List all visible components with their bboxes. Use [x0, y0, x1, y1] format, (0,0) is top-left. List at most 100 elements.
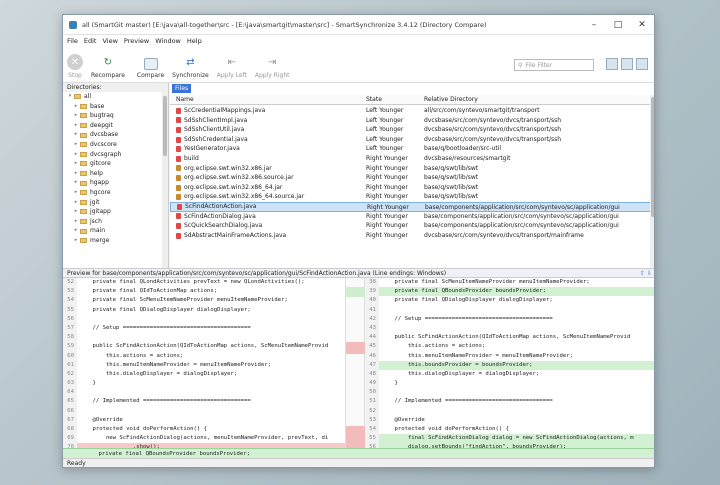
tree-item[interactable]: ▸ base: [63, 102, 168, 112]
close-icon[interactable]: ✕: [630, 15, 654, 35]
tree-item[interactable]: ▸ help: [63, 169, 168, 179]
file-name-text: SdSshClientUtil.java: [184, 126, 245, 134]
tree-item[interactable]: ▸ hgapp: [63, 178, 168, 188]
maximize-icon[interactable]: □: [606, 15, 630, 35]
recompare-icon: ↻: [103, 56, 113, 68]
chevron-right-icon[interactable]: ▸: [73, 217, 79, 227]
apply-left-button[interactable]: ⇤ Apply Left: [217, 54, 247, 80]
tree-item[interactable]: ▾ all: [63, 92, 168, 102]
chevron-right-icon[interactable]: ▸: [73, 102, 79, 112]
chevron-right-icon[interactable]: ▸: [73, 169, 79, 179]
table-row[interactable]: SdAbstractMainFrameActions.java Right You…: [170, 231, 654, 241]
column-relative-directory[interactable]: Relative Directory: [424, 95, 654, 104]
files-tab[interactable]: Files: [172, 84, 192, 93]
table-row[interactable]: org.eclipse.swt.win32.x86.jar Right Young…: [170, 164, 654, 174]
diff-right[interactable]: 38 private final ScMenuItemNameProvider …: [365, 278, 654, 448]
file-name: org.eclipse.swt.win32.x86.source.jar: [170, 173, 366, 183]
view-options-icon[interactable]: [636, 58, 648, 70]
tree-item[interactable]: ▸ jgit: [63, 198, 168, 208]
table-row[interactable]: org.eclipse.swt.win32.x86.source.jar Righ…: [170, 173, 654, 183]
view-tree-icon[interactable]: [606, 58, 618, 70]
view-toggle-group: [603, 58, 648, 70]
compare-icon: [143, 58, 158, 70]
chevron-right-icon[interactable]: ▸: [73, 236, 79, 246]
files-scrollbar[interactable]: [650, 95, 654, 268]
tree-item[interactable]: ▸ jsch: [63, 217, 168, 227]
minimize-icon[interactable]: –: [582, 15, 606, 35]
file-name: org.eclipse.swt.win32.x86_64.source.jar: [170, 192, 366, 202]
tree-item-label: jgitapp: [90, 208, 111, 216]
jar-file-icon: [176, 184, 181, 191]
chevron-right-icon[interactable]: ▸: [73, 188, 79, 198]
tree-item[interactable]: ▸ deepgit: [63, 121, 168, 131]
table-row[interactable]: org.eclipse.swt.win32.x86_64.source.jar R…: [170, 192, 654, 202]
tree-item[interactable]: ▸ dvcscore: [63, 140, 168, 150]
tree-item[interactable]: ▸ gitcore: [63, 159, 168, 169]
diff-line: 43: [365, 323, 654, 334]
chevron-right-icon[interactable]: ▸: [73, 150, 79, 160]
compare-button[interactable]: Compare: [137, 58, 164, 79]
chevron-right-icon[interactable]: ▸: [73, 121, 79, 131]
previous-change-icon[interactable]: ⇧: [640, 270, 645, 277]
tree-item[interactable]: ▸ bugtraq: [63, 111, 168, 121]
line-number: 49: [365, 379, 379, 389]
table-row[interactable]: build Right Younger dvcsbase/resources/sma…: [170, 154, 654, 164]
chevron-right-icon[interactable]: ▸: [73, 130, 79, 140]
menu-preview[interactable]: Preview: [124, 37, 149, 45]
line-text: protected void doPerformAction() {: [381, 426, 509, 432]
gutter-change[interactable]: [346, 426, 366, 448]
chevron-right-icon[interactable]: ▸: [73, 207, 79, 217]
diff-line: 65 // Implemented ======================…: [63, 397, 345, 407]
diff-left[interactable]: 52 private final QLondActivities prevTex…: [63, 278, 345, 448]
chevron-right-icon[interactable]: ▸: [73, 178, 79, 188]
scroll-thumb[interactable]: [163, 96, 167, 156]
table-row[interactable]: YesIGenerator.java Left Younger base/q/boo…: [170, 144, 654, 154]
tree-item-label: hgapp: [90, 179, 109, 187]
apply-right-button[interactable]: ⇥ Apply Right: [255, 54, 290, 80]
gutter-change[interactable]: [346, 287, 366, 297]
table-row[interactable]: ScQuickSearchDialog.java Right Younger bas…: [170, 221, 654, 231]
line-text: new ScFindActionDialog(actions, menuItem…: [79, 435, 329, 442]
file-name: YesIGenerator.java: [170, 144, 366, 154]
table-row[interactable]: org.eclipse.swt.win32.x86_64.jar Right Yo…: [170, 183, 654, 193]
file-filter-input[interactable]: ⚲ File Filter: [514, 59, 594, 71]
recompare-button[interactable]: ↻ Recompare: [91, 54, 125, 80]
synchronize-button[interactable]: ⇄ Synchronize: [172, 54, 209, 80]
tree-item[interactable]: ▸ dvcsgraph: [63, 150, 168, 160]
table-row[interactable]: ScFindActionAction.java Right Younger base…: [170, 201, 654, 212]
chevron-right-icon[interactable]: ▸: [73, 159, 79, 169]
tree-item[interactable]: ▸ jgitapp: [63, 207, 168, 217]
table-row[interactable]: SdSshClientUtil.java Left Younger dvcsbase…: [170, 125, 654, 135]
chevron-right-icon[interactable]: ▸: [73, 140, 79, 150]
tree-item[interactable]: ▸ main: [63, 226, 168, 236]
stop-button[interactable]: ✕ Stop: [67, 54, 83, 79]
scroll-thumb[interactable]: [651, 97, 654, 217]
tree-item[interactable]: ▸ hgcore: [63, 188, 168, 198]
menu-window[interactable]: Window: [155, 37, 181, 45]
column-name[interactable]: Name: [170, 95, 366, 104]
chevron-right-icon[interactable]: ▸: [73, 226, 79, 236]
diff-line: 46 this.menuItemNameProvider = menuItemN…: [365, 351, 654, 361]
gutter-change[interactable]: [346, 342, 366, 354]
table-row[interactable]: ScCredentialMappings.java Left Younger all…: [170, 106, 654, 116]
menu-file[interactable]: File: [67, 37, 78, 45]
directory-scrollbar[interactable]: [162, 92, 168, 268]
tree-item[interactable]: ▸ dvcsbase: [63, 130, 168, 140]
toolbar: ✕ Stop ↻ Recompare Compare ⇄ Synchronize…: [63, 47, 654, 83]
table-row[interactable]: SdSshClientImpl.java Left Younger dvcsbase…: [170, 116, 654, 126]
view-flat-icon[interactable]: [621, 58, 633, 70]
next-change-icon[interactable]: ⇩: [647, 270, 652, 277]
menu-view[interactable]: View: [102, 37, 117, 45]
chevron-right-icon[interactable]: ▸: [73, 111, 79, 121]
menu-help[interactable]: Help: [187, 37, 202, 45]
table-row[interactable]: ScFindActionDialog.java Right Younger base…: [170, 212, 654, 222]
column-state[interactable]: State: [366, 95, 424, 104]
tree-item[interactable]: ▸ merge: [63, 236, 168, 246]
line-text: [379, 306, 654, 315]
menu-edit[interactable]: Edit: [84, 37, 97, 45]
compare-label: Compare: [136, 72, 165, 79]
diff-line: 39 private final QBoundsProvider boundsP…: [365, 287, 654, 297]
table-row[interactable]: SdSshCredential.java Left Younger dvcsbase…: [170, 135, 654, 145]
chevron-down-icon[interactable]: ▾: [67, 92, 73, 102]
chevron-right-icon[interactable]: ▸: [73, 198, 79, 208]
